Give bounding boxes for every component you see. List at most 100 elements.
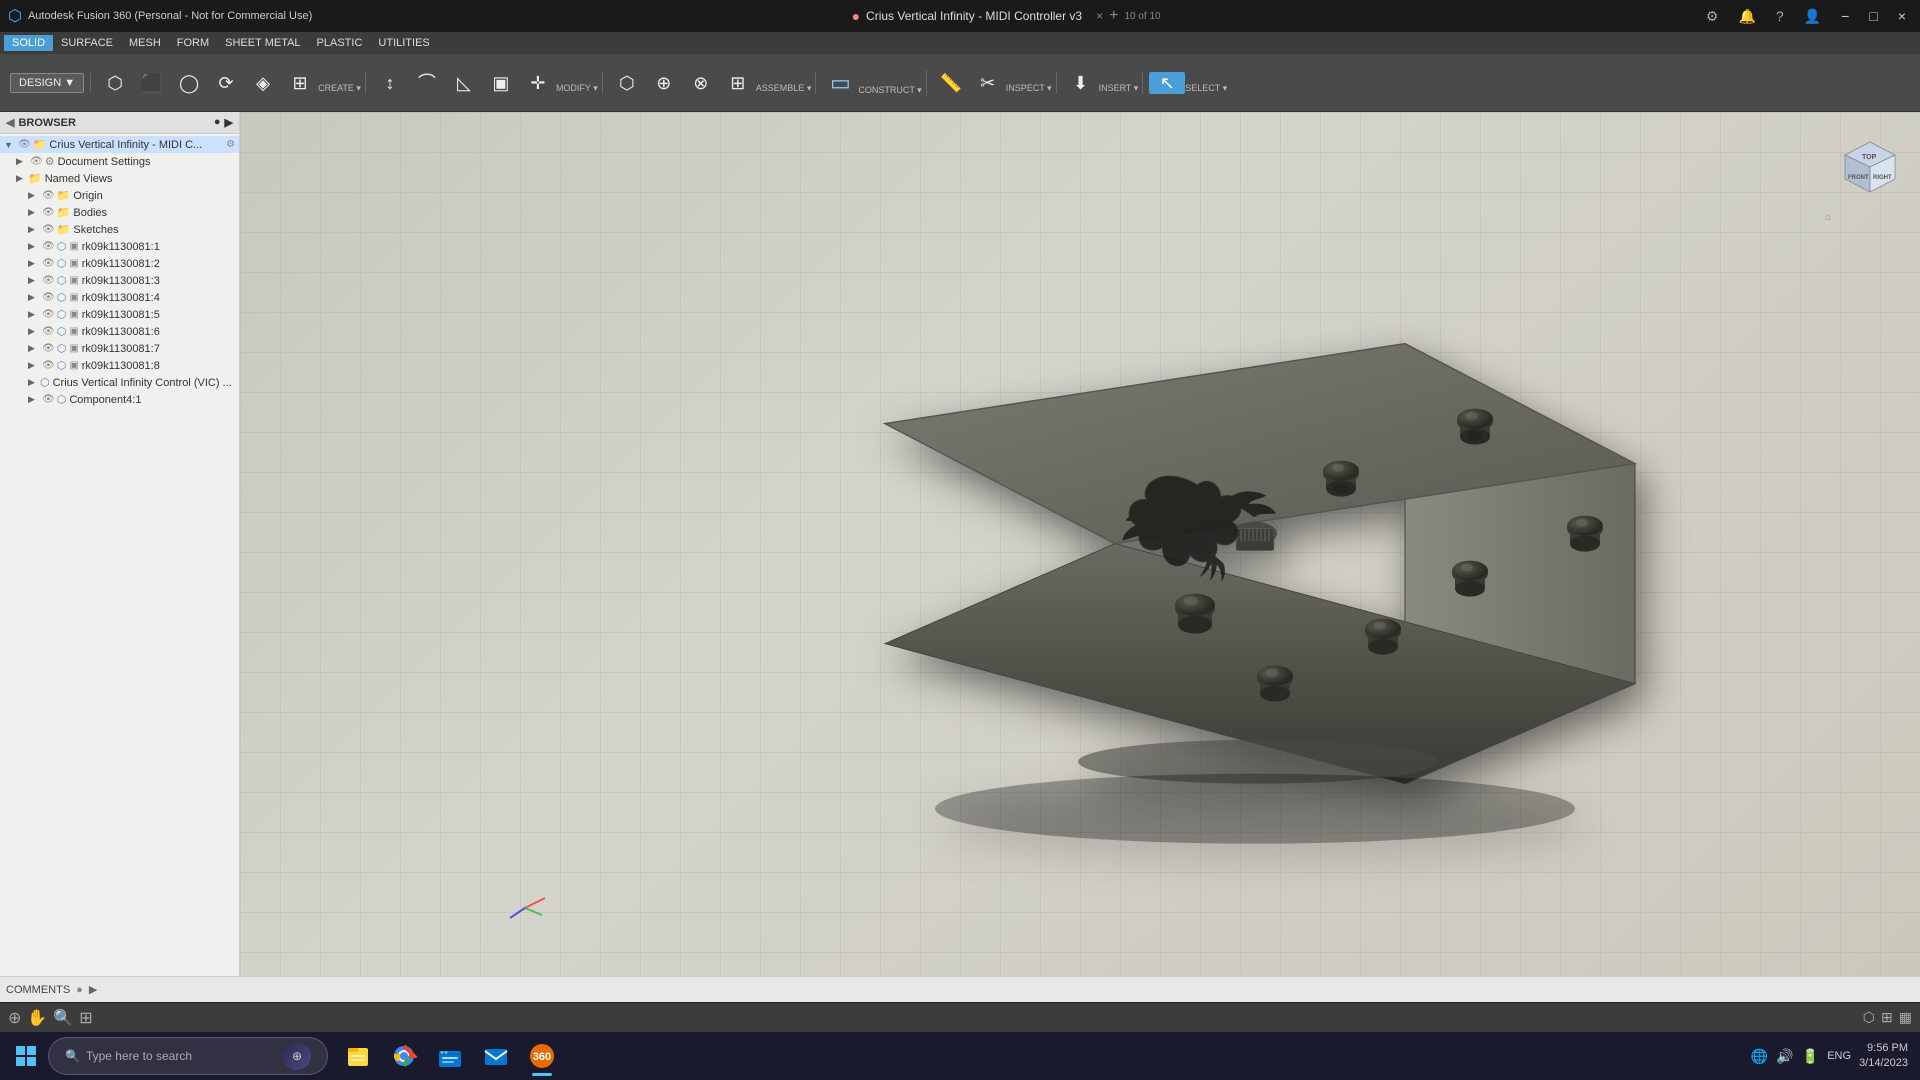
view-options-icon[interactable]: ▦ xyxy=(1899,1009,1912,1026)
tree-item-comp4[interactable]: ▶ 👁 ⬡ ▣ rk09k1130081:4 xyxy=(0,289,239,306)
bodies-arrow-icon[interactable]: ▶ xyxy=(28,207,40,218)
tree-item-origin[interactable]: ▶ 👁 📁 Origin xyxy=(0,187,239,204)
bodies-eye-icon[interactable]: 👁 xyxy=(42,207,55,218)
comp4-eye-icon[interactable]: 👁 xyxy=(42,292,55,303)
zoom-icon[interactable]: 🔍 xyxy=(53,1008,73,1028)
tree-item-comp1[interactable]: ▶ 👁 ⬡ ▣ rk09k1130081:1 xyxy=(0,238,239,255)
tree-item-sketches[interactable]: ▶ 👁 📁 Sketches xyxy=(0,221,239,238)
close-button[interactable]: × xyxy=(1892,6,1912,26)
comp2-eye-icon[interactable]: 👁 xyxy=(42,258,55,269)
comp5-eye-icon[interactable]: 👁 xyxy=(42,309,55,320)
viewcube[interactable]: ⌂ TOP FRONT RIGHT xyxy=(1820,132,1900,212)
taskbar-app-mail[interactable] xyxy=(474,1034,518,1078)
named-views-arrow-icon[interactable]: ▶ xyxy=(16,173,28,184)
pan-icon[interactable]: ✋ xyxy=(27,1008,47,1028)
doc-settings-arrow-icon[interactable]: ▶ xyxy=(16,156,28,167)
help-icon[interactable]: ? xyxy=(1770,6,1790,26)
root-arrow-icon[interactable]: ▼ xyxy=(4,140,16,150)
extrude-btn[interactable]: ⬛ xyxy=(134,72,170,94)
taskbar-search[interactable]: 🔍 Type here to search ⊕ xyxy=(48,1037,328,1075)
browser-collapse-icon[interactable]: ◀ xyxy=(6,116,14,129)
tree-root[interactable]: ▼ 👁 📁 Crius Vertical Infinity - MIDI C..… xyxy=(0,136,239,153)
tree-item-comp2[interactable]: ▶ 👁 ⬡ ▣ rk09k1130081:2 xyxy=(0,255,239,272)
zoom-out-icon[interactable]: ⊞ xyxy=(79,1008,92,1028)
browser-expand-icon[interactable]: ▶ xyxy=(225,116,233,129)
viewcube-svg[interactable]: ⌂ TOP FRONT RIGHT xyxy=(1820,132,1910,222)
insert-derive-btn[interactable]: ⬇ xyxy=(1063,72,1099,94)
press-pull-btn[interactable]: ↕ xyxy=(372,72,408,94)
section-analysis-btn[interactable]: ✂ xyxy=(970,72,1006,94)
close-tab-icon[interactable]: × xyxy=(1096,9,1103,23)
comp7-eye-icon[interactable]: 👁 xyxy=(42,343,55,354)
root-settings-icon[interactable]: ⚙ xyxy=(226,139,235,150)
comp3-eye-icon[interactable]: 👁 xyxy=(42,275,55,286)
minimize-button[interactable]: − xyxy=(1835,6,1855,26)
move-btn[interactable]: ✛ xyxy=(520,72,556,94)
comp8-eye-icon[interactable]: 👁 xyxy=(42,360,55,371)
new-tab-icon[interactable]: + xyxy=(1109,7,1118,25)
comp6-arrow-icon[interactable]: ▶ xyxy=(28,326,40,337)
tree-item-comp3[interactable]: ▶ 👁 ⬡ ▣ rk09k1130081:3 xyxy=(0,272,239,289)
orbit-icon[interactable]: ⊕ xyxy=(8,1008,21,1028)
comments-expand-icon[interactable]: ▶ xyxy=(89,983,97,996)
offset-plane-btn[interactable]: ▭ xyxy=(822,70,858,96)
tree-item-comp4-1[interactable]: ▶ 👁 ⬡ Component4:1 xyxy=(0,391,239,408)
loft-btn[interactable]: ◈ xyxy=(245,72,281,94)
tree-item-comp7[interactable]: ▶ 👁 ⬡ ▣ rk09k1130081:7 xyxy=(0,340,239,357)
joint-btn[interactable]: ⊕ xyxy=(646,72,682,94)
comp7-arrow-icon[interactable]: ▶ xyxy=(28,343,40,354)
start-button[interactable] xyxy=(4,1034,48,1078)
comp3-arrow-icon[interactable]: ▶ xyxy=(28,275,40,286)
comp4-1-arrow-icon[interactable]: ▶ xyxy=(28,394,40,405)
tree-item-crius-ctrl[interactable]: ▶ ⬡ Crius Vertical Infinity Control (VIC… xyxy=(0,374,239,391)
tree-item-bodies[interactable]: ▶ 👁 📁 Bodies xyxy=(0,204,239,221)
display-mode-icon[interactable]: ⬡ xyxy=(1863,1009,1875,1026)
taskbar-app-chrome[interactable] xyxy=(382,1034,426,1078)
browser-hide-icon[interactable]: ● xyxy=(214,116,221,129)
account-icon[interactable]: 👤 xyxy=(1798,6,1827,27)
asbuilt-joint-btn[interactable]: ⊗ xyxy=(683,72,719,94)
taskbar-app-files[interactable] xyxy=(336,1034,380,1078)
chamfer-btn[interactable]: ◺ xyxy=(446,72,482,94)
comp1-arrow-icon[interactable]: ▶ xyxy=(28,241,40,252)
tree-item-named-views[interactable]: ▶ 📁 Named Views xyxy=(0,170,239,187)
comp5-arrow-icon[interactable]: ▶ xyxy=(28,309,40,320)
sketches-eye-icon[interactable]: 👁 xyxy=(42,224,55,235)
more-create-btn[interactable]: ⊞ xyxy=(282,72,318,94)
menu-item-form[interactable]: FORM xyxy=(169,35,217,51)
comp4-arrow-icon[interactable]: ▶ xyxy=(28,292,40,303)
tree-item-doc-settings[interactable]: ▶ 👁 ⚙ Document Settings xyxy=(0,153,239,170)
tree-item-comp8[interactable]: ▶ 👁 ⬡ ▣ rk09k1130081:8 xyxy=(0,357,239,374)
menu-item-utilities[interactable]: UTILITIES xyxy=(370,35,437,51)
taskbar-clock[interactable]: 9:56 PM 3/14/2023 xyxy=(1859,1041,1908,1072)
comp4-1-eye-icon[interactable]: 👁 xyxy=(42,394,55,405)
menu-item-plastic[interactable]: PLASTIC xyxy=(309,35,371,51)
root-eye-icon[interactable]: 👁 xyxy=(18,139,31,150)
taskbar-app-explorer[interactable] xyxy=(428,1034,472,1078)
new-comp-assemble-btn[interactable]: ⬡ xyxy=(609,72,645,94)
tree-item-comp6[interactable]: ▶ 👁 ⬡ ▣ rk09k1130081:6 xyxy=(0,323,239,340)
measure-btn[interactable]: 📏 xyxy=(933,72,969,94)
lang-indicator[interactable]: ENG xyxy=(1827,1050,1851,1062)
maximize-button[interactable]: □ xyxy=(1863,6,1883,26)
comp6-eye-icon[interactable]: 👁 xyxy=(42,326,55,337)
menu-item-surface[interactable]: SURFACE xyxy=(53,35,121,51)
origin-arrow-icon[interactable]: ▶ xyxy=(28,190,40,201)
select-btn[interactable]: ↖ xyxy=(1149,72,1185,94)
tree-item-comp5[interactable]: ▶ 👁 ⬡ ▣ rk09k1130081:5 xyxy=(0,306,239,323)
comp2-arrow-icon[interactable]: ▶ xyxy=(28,258,40,269)
doc-settings-eye-icon[interactable]: 👁 xyxy=(30,156,43,167)
fillet-btn[interactable]: ⌒ xyxy=(409,72,445,94)
sketches-arrow-icon[interactable]: ▶ xyxy=(28,224,40,235)
crius-ctrl-arrow-icon[interactable]: ▶ xyxy=(28,377,40,388)
sweep-btn[interactable]: ⟳ xyxy=(208,72,244,94)
grid-icon[interactable]: ⊞ xyxy=(1881,1009,1893,1026)
viewport[interactable]: ⌂ TOP FRONT RIGHT xyxy=(240,112,1920,976)
notify-icon[interactable]: 🔔 xyxy=(1732,6,1761,27)
rigid-group-btn[interactable]: ⊞ xyxy=(720,72,756,94)
shell-btn[interactable]: ▣ xyxy=(483,72,519,94)
comp1-eye-icon[interactable]: 👁 xyxy=(42,241,55,252)
settings-icon[interactable]: ⚙ xyxy=(1700,6,1725,27)
design-button[interactable]: DESIGN ▼ xyxy=(10,73,84,93)
comp8-arrow-icon[interactable]: ▶ xyxy=(28,360,40,371)
